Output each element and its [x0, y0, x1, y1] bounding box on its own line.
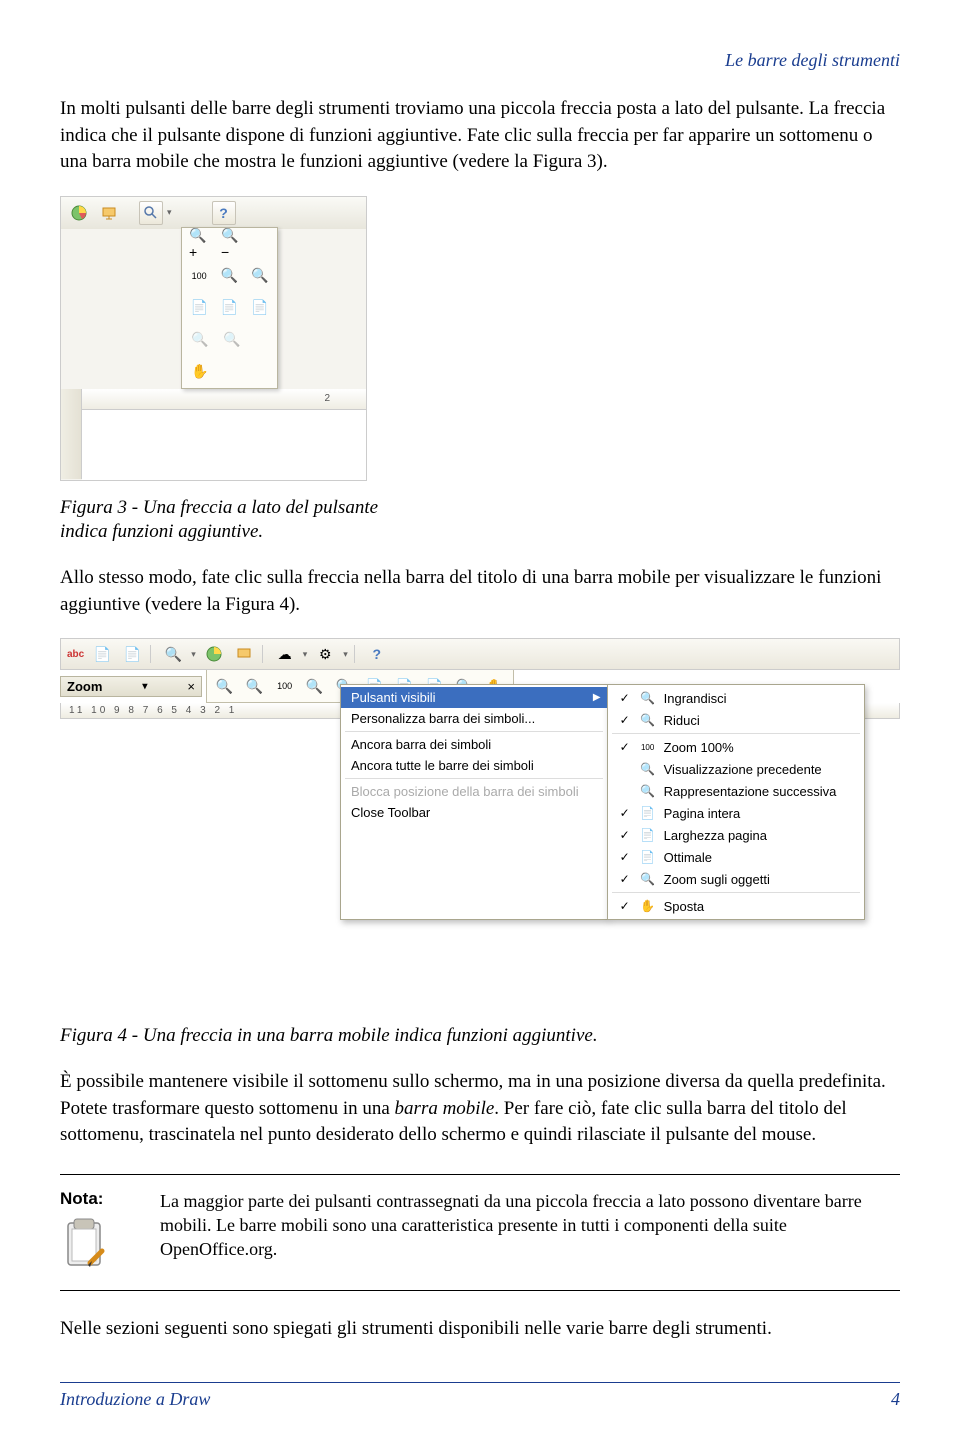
help-icon[interactable]: ? [365, 642, 389, 666]
page-width-icon: 📄 [640, 827, 656, 843]
clipboard-icon [60, 1215, 108, 1276]
zoom-next-icon: 🔍 [640, 783, 656, 799]
menu-item-ingrandisci[interactable]: ✓🔍Ingrandisci [608, 687, 865, 709]
pie-chart-icon[interactable] [67, 201, 91, 225]
zoom-object-icon[interactable]: 🔍 [188, 328, 212, 352]
footer-left: Introduzione a Draw [60, 1389, 210, 1410]
menu-item-rappr-succ[interactable]: 🔍Rappresentazione successiva [608, 780, 865, 802]
menu-item-ancora[interactable]: Ancora barra dei simboli [341, 734, 607, 755]
page-icon-2[interactable]: 📄 [120, 642, 144, 666]
pan-icon[interactable]: ✋ [188, 360, 212, 384]
paragraph-2: Allo stesso modo, fate clic sulla frecci… [60, 565, 900, 618]
zoom-out-icon[interactable]: 🔍 [243, 674, 267, 698]
zoom-object-icon: 🔍 [640, 871, 656, 887]
page-icon: 📄 [640, 805, 656, 821]
zoom-width-icon[interactable]: 📄 [218, 296, 240, 320]
settings-icon[interactable]: ⚙ [313, 642, 337, 666]
paragraph-3: È possibile mantenere visibile il sottom… [60, 1069, 900, 1149]
page-icon[interactable]: 📄 [90, 642, 114, 666]
page-header: Le barre degli strumenti [60, 50, 900, 71]
zoom-100-icon[interactable]: 100 [188, 264, 210, 288]
presentation-icon[interactable] [97, 201, 121, 225]
menu-item-zoom100[interactable]: ✓100Zoom 100% [608, 736, 865, 758]
zoom-100-icon[interactable]: 100 [273, 674, 297, 698]
menu-item-close-toolbar[interactable]: Close Toolbar [341, 802, 607, 823]
paragraph-4: Nelle sezioni seguenti sono spiegati gli… [60, 1316, 900, 1343]
horizontal-ruler: 2 [82, 389, 366, 410]
menu-item-ancora-tutte[interactable]: Ancora tutte le barre dei simboli [341, 755, 607, 776]
menu-item-larghezza[interactable]: ✓📄Larghezza pagina [608, 824, 865, 846]
help-icon[interactable]: ? [212, 201, 236, 225]
figure-3: ▾ ? 🔍+ 🔍− 100 🔍 🔍 📄 [60, 196, 900, 481]
zoom-in-icon: 🔍 [640, 690, 656, 706]
menu-item-riduci[interactable]: ✓🔍Riduci [608, 709, 865, 731]
zoom-out-icon[interactable]: 🔍− [220, 232, 244, 256]
note-box: Nota: La maggior parte dei pulsanti cont… [60, 1174, 900, 1291]
menu-item-blocca: Blocca posizione della barra dei simboli [341, 781, 607, 802]
zoom-out-icon: 🔍 [640, 712, 656, 728]
paragraph-1: In molti pulsanti delle barre degli stru… [60, 96, 900, 176]
pie-chart-icon[interactable] [202, 642, 226, 666]
note-label: Nota: [60, 1189, 140, 1209]
zoom-in-icon[interactable]: 🔍+ [188, 232, 212, 256]
page-footer: Introduzione a Draw 4 [60, 1382, 900, 1410]
zoom-prev-icon[interactable]: 🔍 [218, 264, 240, 288]
ruler-numbers: 11 10 9 8 7 6 5 4 3 2 1 [69, 705, 237, 716]
cloud-icon[interactable]: ☁ [273, 642, 297, 666]
zoom-page-icon[interactable]: 📄 [188, 296, 210, 320]
abc-label: abc [67, 649, 84, 660]
zoom-dropdown-panel: 🔍+ 🔍− 100 🔍 🔍 📄 📄 📄 🔍 [181, 227, 278, 389]
zoom-title-label: Zoom [67, 679, 102, 694]
close-icon[interactable]: × [187, 679, 195, 694]
figure-3-caption: Figura 3 - Una freccia a lato del pulsan… [60, 496, 420, 545]
vertical-ruler [61, 389, 82, 479]
note-text: La maggior parte dei pulsanti contrasseg… [160, 1189, 900, 1262]
zoom-100-icon: 100 [640, 739, 656, 755]
chevron-right-icon: ▶ [593, 692, 601, 703]
pan-icon: ✋ [640, 898, 656, 914]
presentation-icon[interactable] [232, 642, 256, 666]
page-optimal-icon: 📄 [640, 849, 656, 865]
toolbar: ▾ ? [61, 197, 366, 229]
zoom-dropdown-button[interactable] [139, 201, 163, 225]
menu-item-zoom-oggetti[interactable]: ✓🔍Zoom sugli oggetti [608, 868, 865, 890]
menu-item-ottimale[interactable]: ✓📄Ottimale [608, 846, 865, 868]
menu-item-personalizza[interactable]: Personalizza barra dei simboli... [341, 708, 607, 729]
footer-page-number: 4 [891, 1389, 900, 1410]
zoom-prev-icon: 🔍 [640, 761, 656, 777]
zoom-toolbar-titlebar[interactable]: Zoom ▾ × [60, 676, 202, 697]
zoom-icon-disabled: 🔍 [220, 328, 244, 352]
menu-item-vis-prec[interactable]: 🔍Visualizzazione precedente [608, 758, 865, 780]
zoom-prev-icon[interactable]: 🔍 [303, 674, 327, 698]
zoom-in-icon[interactable]: 🔍 [213, 674, 237, 698]
menu-item-pulsanti-visibili[interactable]: Pulsanti visibili ▶ [341, 687, 607, 708]
menu-item-pagina-intera[interactable]: ✓📄Pagina intera [608, 802, 865, 824]
menu-item-sposta[interactable]: ✓✋Sposta [608, 895, 865, 917]
main-toolbar: abc 📄 📄 🔍 ▾ ☁ ▾ ⚙ ▾ ? [60, 638, 900, 670]
context-menu-2: ✓🔍Ingrandisci ✓🔍Riduci ✓100Zoom 100% 🔍Vi… [607, 684, 866, 920]
zoom-icon[interactable]: 🔍 [161, 642, 185, 666]
figure-4: abc 📄 📄 🔍 ▾ ☁ ▾ ⚙ ▾ ? [60, 638, 900, 1009]
context-menu-1: Pulsanti visibili ▶ Personalizza barra d… [340, 684, 608, 920]
figure-4-caption: Figura 4 - Una freccia in una barra mobi… [60, 1024, 900, 1049]
zoom-optimal-icon[interactable]: 📄 [249, 296, 271, 320]
zoom-next-icon[interactable]: 🔍 [249, 264, 271, 288]
ruler-mark: 2 [324, 393, 336, 404]
